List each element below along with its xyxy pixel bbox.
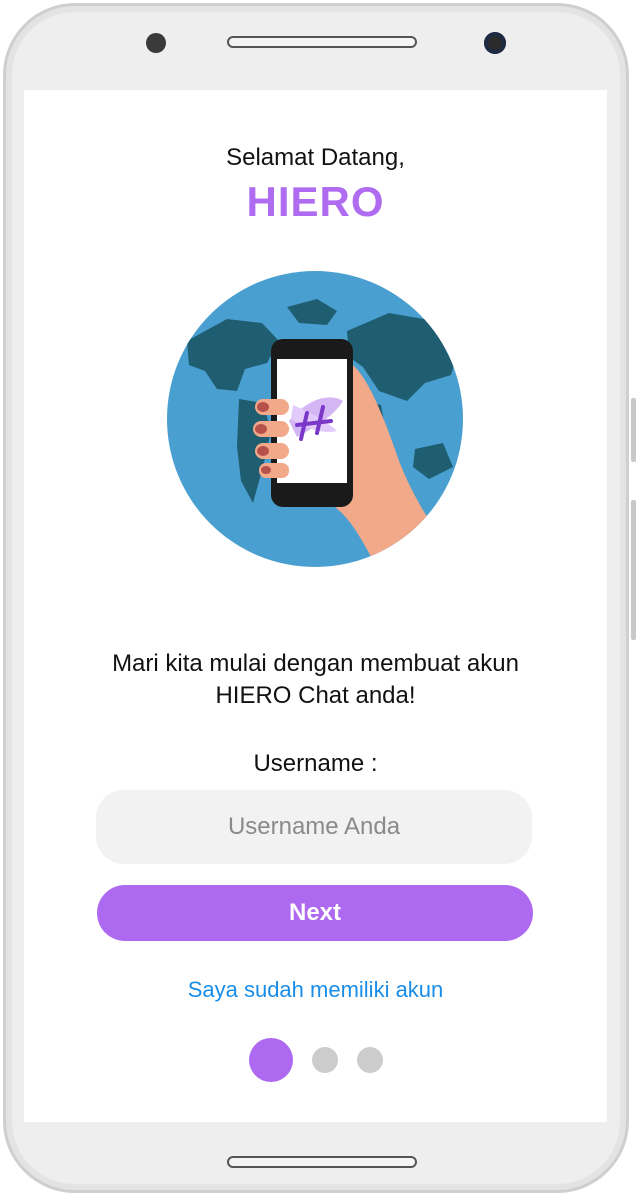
page-dot-2	[312, 1047, 338, 1073]
page-dot-1-active	[249, 1038, 293, 1082]
app-screen: Selamat Datang, HIERO Mari kita mulai de…	[24, 90, 607, 1122]
already-have-account-link[interactable]: Saya sudah memiliki akun	[24, 977, 607, 1003]
front-sensor	[146, 33, 166, 53]
page-indicator	[249, 1038, 389, 1084]
intro-line-2: HIERO Chat anda!	[215, 682, 416, 709]
front-camera	[484, 32, 506, 54]
greeting-text: Selamat Datang,	[226, 144, 405, 171]
intro-line-1: Mari kita mulai dengan membuat akun	[112, 650, 519, 677]
volume-button	[631, 500, 636, 640]
brand-title: HIERO	[246, 178, 385, 225]
bottom-speaker	[227, 1156, 417, 1168]
username-label: Username :	[253, 750, 378, 777]
next-button[interactable]: Next	[97, 885, 533, 941]
intro-text: Mari kita mulai dengan membuat akun HIER…	[64, 648, 567, 712]
power-button	[631, 398, 636, 462]
page-dot-3	[357, 1047, 383, 1073]
globe-phone-hand-illustration	[167, 271, 463, 567]
username-input[interactable]	[96, 790, 532, 864]
top-speaker	[227, 36, 417, 48]
